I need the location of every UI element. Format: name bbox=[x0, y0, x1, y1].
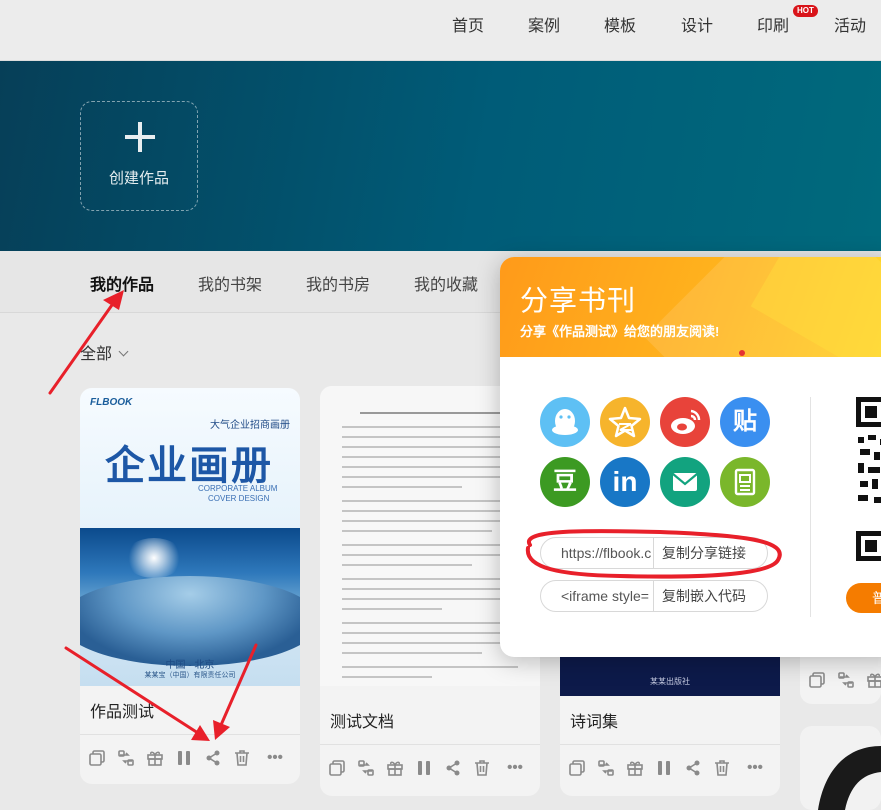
copy-icon[interactable] bbox=[808, 671, 826, 689]
gift-icon[interactable] bbox=[626, 759, 644, 777]
more-icon[interactable]: ••• bbox=[746, 759, 764, 777]
cover-en-line2: COVER DESIGN bbox=[208, 494, 270, 503]
hero-banner: 创建作品 bbox=[0, 61, 881, 251]
pause-icon[interactable] bbox=[415, 759, 433, 777]
share-header: 分享书刊 分享《作品测试》给您的朋友阅读! bbox=[500, 257, 881, 357]
douban-icon[interactable]: 豆 bbox=[540, 457, 590, 507]
qzone-icon[interactable] bbox=[600, 397, 650, 447]
cover-city: 中国 · 北京 bbox=[165, 660, 215, 671]
qq-icon[interactable] bbox=[540, 397, 590, 447]
tab-my-study[interactable]: 我的书房 bbox=[306, 271, 370, 295]
share-link-field: 复制分享链接 bbox=[540, 537, 768, 569]
gift-icon[interactable] bbox=[386, 759, 404, 777]
card-action-bar bbox=[800, 656, 881, 704]
nav-item-print[interactable]: 印刷 bbox=[757, 12, 789, 36]
copy-icon[interactable] bbox=[568, 759, 586, 777]
work-title[interactable]: 诗词集 bbox=[570, 708, 618, 732]
tab-my-favorites[interactable]: 我的收藏 bbox=[414, 271, 478, 295]
cover-title: 企业画册 bbox=[105, 442, 273, 489]
divider bbox=[810, 397, 811, 617]
nav-item-cases[interactable]: 案例 bbox=[528, 12, 560, 36]
convert-icon[interactable] bbox=[117, 749, 135, 767]
share-link-input[interactable] bbox=[541, 538, 653, 568]
notes-icon[interactable] bbox=[720, 457, 770, 507]
weibo-icon[interactable] bbox=[660, 397, 710, 447]
work-cover[interactable]: FLBOOK 大气企业招商画册 企业画册 CORPORATE ALBUM COV… bbox=[80, 388, 300, 686]
copy-embed-code-button[interactable]: 复制嵌入代码 bbox=[653, 581, 767, 611]
pause-icon[interactable] bbox=[655, 759, 673, 777]
card-action-bar: ••• bbox=[80, 734, 300, 782]
hot-badge: HOT bbox=[793, 5, 818, 17]
cover-brand: FLBOOK bbox=[90, 397, 133, 408]
gift-icon[interactable] bbox=[146, 749, 164, 767]
email-icon[interactable] bbox=[660, 457, 710, 507]
create-work-label: 创建作品 bbox=[108, 170, 169, 187]
cover-earth-image bbox=[80, 528, 300, 666]
tieba-icon[interactable]: 贴 bbox=[720, 397, 770, 447]
convert-icon[interactable] bbox=[837, 671, 855, 689]
cover-en-line1: CORPORATE ALBUM bbox=[198, 484, 278, 493]
tab-my-bookshelf[interactable]: 我的书架 bbox=[198, 271, 262, 295]
share-subtitle: 分享《作品测试》给您的朋友阅读! bbox=[520, 324, 720, 339]
share-icon[interactable] bbox=[204, 749, 222, 767]
chevron-down-icon bbox=[118, 346, 129, 357]
work-card[interactable] bbox=[800, 726, 881, 810]
qr-action-button[interactable]: 普 bbox=[846, 583, 881, 613]
nav-item-design[interactable]: 设计 bbox=[681, 12, 713, 36]
tab-my-works[interactable]: 我的作品 bbox=[90, 271, 154, 295]
work-card[interactable]: FLBOOK 大气企业招商画册 企业画册 CORPORATE ALBUM COV… bbox=[80, 388, 300, 784]
gift-icon[interactable] bbox=[866, 671, 881, 689]
top-nav: 首页 案例 模板 设计 印刷 HOT 活动 bbox=[0, 0, 881, 61]
nav-item-templates[interactable]: 模板 bbox=[604, 12, 636, 36]
copy-share-link-button[interactable]: 复制分享链接 bbox=[653, 538, 767, 568]
work-cover[interactable] bbox=[800, 726, 881, 810]
share-icon[interactable] bbox=[684, 759, 702, 777]
filter-label: 全部 bbox=[80, 346, 113, 363]
qr-code bbox=[856, 397, 881, 561]
create-work-button[interactable]: 创建作品 bbox=[80, 101, 198, 211]
work-title[interactable]: 测试文档 bbox=[330, 708, 394, 732]
copy-icon[interactable] bbox=[328, 759, 346, 777]
cover-subtitle: 大气企业招商画册 bbox=[210, 420, 290, 431]
more-icon[interactable]: ••• bbox=[506, 759, 524, 777]
trash-icon[interactable] bbox=[233, 749, 251, 767]
nav-item-home[interactable]: 首页 bbox=[452, 12, 484, 36]
more-icon[interactable]: ••• bbox=[266, 749, 284, 767]
plus-icon bbox=[123, 120, 157, 154]
embed-code-field: 复制嵌入代码 bbox=[540, 580, 768, 612]
work-title[interactable]: 作品测试 bbox=[90, 698, 154, 722]
share-dialog: 分享书刊 分享《作品测试》给您的朋友阅读! 贴 豆 in 复制分享链接 复制嵌入… bbox=[500, 257, 881, 657]
nav-item-events[interactable]: 活动 bbox=[834, 12, 866, 36]
cover-publisher: 某某出版社 bbox=[650, 677, 690, 686]
card-action-bar: ••• bbox=[560, 744, 780, 792]
convert-icon[interactable] bbox=[597, 759, 615, 777]
share-title: 分享书刊 bbox=[520, 285, 637, 316]
linkedin-icon[interactable]: in bbox=[600, 457, 650, 507]
copy-icon[interactable] bbox=[88, 749, 106, 767]
embed-code-input[interactable] bbox=[541, 581, 653, 611]
filter-dropdown[interactable]: 全部 bbox=[80, 340, 129, 364]
trash-icon[interactable] bbox=[473, 759, 491, 777]
card-action-bar: ••• bbox=[320, 744, 540, 792]
trash-icon[interactable] bbox=[713, 759, 731, 777]
indicator-dot bbox=[739, 350, 745, 356]
share-icon[interactable] bbox=[444, 759, 462, 777]
convert-icon[interactable] bbox=[357, 759, 375, 777]
cover-company: 某某宝（中国）有限责任公司 bbox=[144, 672, 236, 679]
pause-icon[interactable] bbox=[175, 749, 193, 767]
